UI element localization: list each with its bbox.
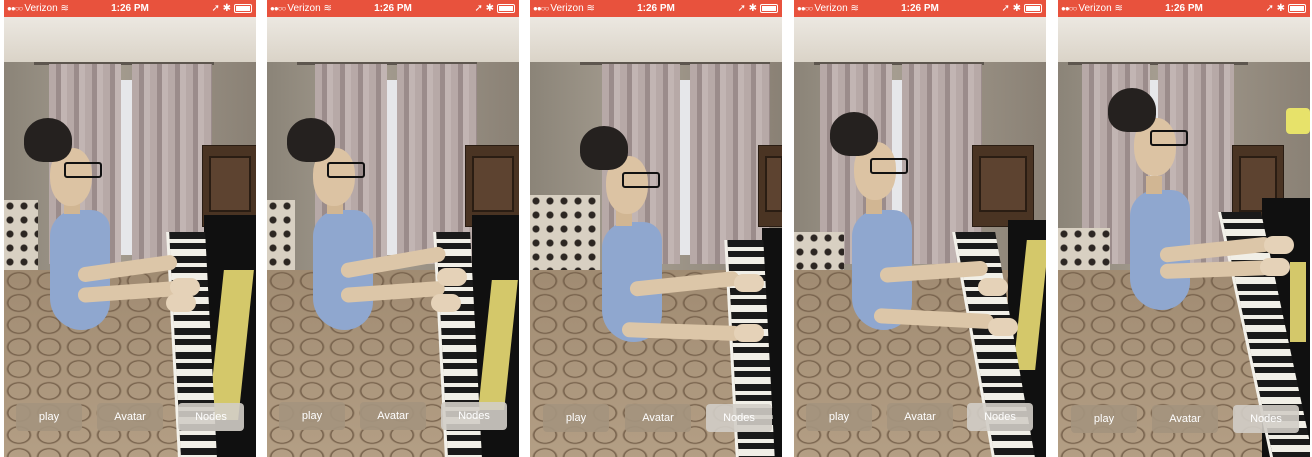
avatar-glasses (870, 158, 908, 174)
avatar-hand (978, 278, 1008, 296)
avatar-hand (734, 274, 764, 292)
avatar-button[interactable]: Avatar (625, 404, 691, 432)
battery-icon (1288, 3, 1306, 13)
phone-screen-5: ●●○○ Verizon ≋ 1:26 PM ➚ ✱ play Avatar No… (1058, 0, 1310, 457)
ceiling (4, 17, 256, 65)
avatar-hand (1260, 258, 1290, 276)
status-bar: ●●○○ Verizon ≋ 1:26 PM ➚ ✱ (1058, 0, 1310, 17)
status-bar: ●●○○ Verizon ≋ 1:26 PM ➚ ✱ (267, 0, 519, 17)
avatar-button[interactable]: Avatar (97, 403, 163, 431)
nodes-button[interactable]: Nodes (441, 402, 507, 430)
avatar-hair (1108, 88, 1156, 132)
avatar-neck (1146, 176, 1162, 194)
status-bar: ●●○○ Verizon ≋ 1:26 PM ➚ ✱ (4, 0, 256, 17)
avatar-glasses (64, 162, 102, 178)
battery-icon (234, 3, 252, 13)
location-icon: ➚ (1265, 3, 1274, 14)
avatar-glasses (622, 172, 660, 188)
play-button[interactable]: play (806, 403, 872, 431)
lamp (1286, 108, 1310, 134)
avatar-button[interactable]: Avatar (887, 403, 953, 431)
play-button[interactable]: play (543, 404, 609, 432)
avatar-hand (988, 318, 1018, 336)
battery-icon (1024, 3, 1042, 13)
bluetooth-icon: ✱ (1276, 3, 1285, 14)
avatar-hand (734, 324, 764, 342)
nodes-button[interactable]: Nodes (178, 403, 244, 431)
location-icon: ➚ (211, 3, 220, 14)
nodes-button[interactable]: Nodes (706, 404, 772, 432)
bluetooth-icon: ✱ (1012, 3, 1021, 14)
bluetooth-icon: ✱ (748, 3, 757, 14)
avatar-hair (580, 126, 628, 170)
avatar-hair (24, 118, 72, 162)
play-button[interactable]: play (16, 403, 82, 431)
ceiling (530, 17, 782, 65)
avatar-hand (437, 268, 467, 286)
bluetooth-icon: ✱ (485, 3, 494, 14)
avatar-hand (1264, 236, 1294, 254)
battery-icon (497, 3, 515, 13)
bluetooth-icon: ✱ (222, 3, 231, 14)
avatar-button[interactable]: Avatar (360, 402, 426, 430)
status-bar: ●●○○ Verizon ≋ 1:26 PM ➚ ✱ (794, 0, 1046, 17)
ceiling (267, 17, 519, 65)
avatar-hair (830, 112, 878, 156)
location-icon: ➚ (1001, 3, 1010, 14)
location-icon: ➚ (474, 3, 483, 14)
battery-icon (760, 3, 778, 13)
phone-screen-3: ●●○○ Verizon ≋ 1:26 PM ➚ ✱ play Avatar No… (530, 0, 782, 457)
phone-screen-1: ●●○○ Verizon ≋ 1:26 PM ➚ ✱ play Avatar No… (4, 0, 256, 457)
nodes-button[interactable]: Nodes (1233, 405, 1299, 433)
cabinet (758, 145, 782, 227)
phone-screen-4: ●●○○ Verizon ≋ 1:26 PM ➚ ✱ play Avatar No… (794, 0, 1046, 457)
avatar-hand (166, 294, 196, 312)
avatar-button[interactable]: Avatar (1152, 405, 1218, 433)
avatar-glasses (327, 162, 365, 178)
piano-lid (1290, 262, 1306, 342)
avatar-glasses (1150, 130, 1188, 146)
cabinet (972, 145, 1034, 227)
avatar-hand (431, 294, 461, 312)
play-button[interactable]: play (279, 402, 345, 430)
location-icon: ➚ (737, 3, 746, 14)
status-bar: ●●○○ Verizon ≋ 1:26 PM ➚ ✱ (530, 0, 782, 17)
ceiling (794, 17, 1046, 65)
play-button[interactable]: play (1071, 405, 1137, 433)
nodes-button[interactable]: Nodes (967, 403, 1033, 431)
avatar-hair (287, 118, 335, 162)
phone-screen-2: ●●○○ Verizon ≋ 1:26 PM ➚ ✱ play Avatar No… (267, 0, 519, 457)
ceiling (1058, 17, 1310, 65)
